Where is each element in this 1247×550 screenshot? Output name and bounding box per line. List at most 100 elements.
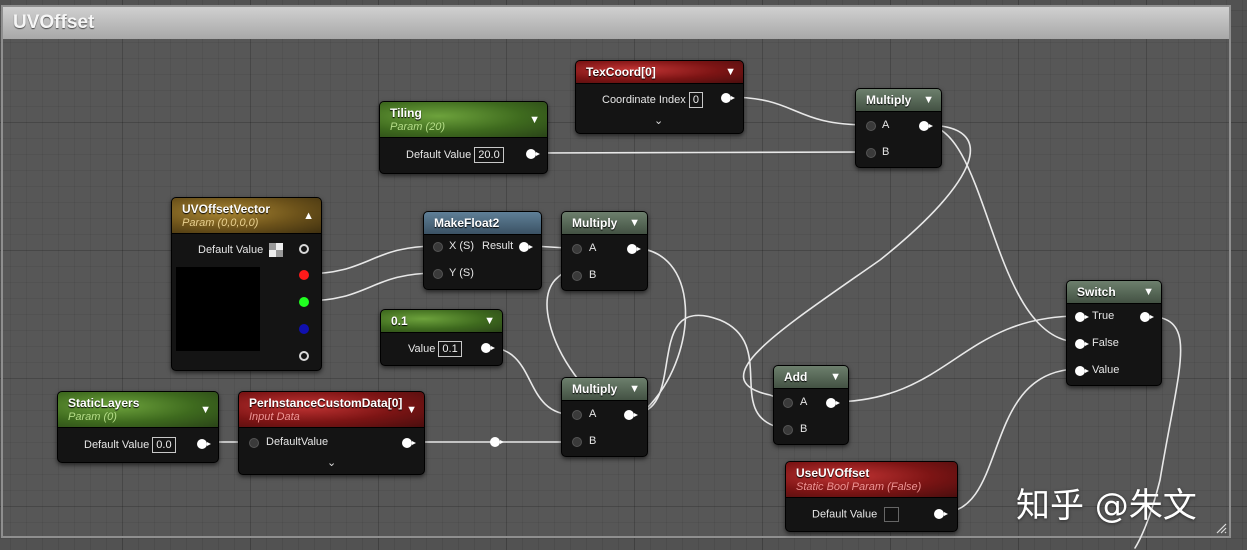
multiply-mid-label-a: A <box>589 242 597 254</box>
watermark-text: 知乎 @朱文 <box>1016 486 1197 526</box>
makefloat2-title: MakeFloat2 <box>434 216 500 230</box>
multiply-mid-node[interactable]: Multiply ▼ A B <box>561 211 648 291</box>
chevron-down-icon[interactable]: ▼ <box>629 383 640 395</box>
multiply-low-pin-b[interactable] <box>572 437 582 447</box>
staticlayers-default-label: Default Value <box>84 439 150 451</box>
constant-value-field[interactable]: 0.1 <box>438 341 462 357</box>
chevron-down-icon[interactable]: ⌄ <box>327 456 336 469</box>
switch-pin-true[interactable] <box>1075 312 1089 322</box>
constant-header[interactable]: 0.1 ▼ <box>381 310 502 333</box>
vector-b-output-pin[interactable] <box>299 324 309 334</box>
makefloat2-pin-y[interactable] <box>433 269 443 279</box>
staticlayers-output-pin[interactable] <box>197 439 211 449</box>
perinstance-input-pin[interactable] <box>249 438 259 448</box>
chevron-down-icon[interactable]: ▼ <box>1143 286 1154 298</box>
multiply-low-pin-a[interactable] <box>572 410 582 420</box>
switch-pin-value[interactable] <box>1075 366 1089 376</box>
add-pin-b[interactable] <box>783 425 793 435</box>
useuvoffset-output-pin[interactable] <box>934 509 948 519</box>
uvoffsetvector-param-node[interactable]: UVOffsetVector Param (0,0,0,0) ▲ Default… <box>171 197 322 371</box>
perinstance-default-label: DefaultValue <box>266 436 329 448</box>
resize-grip-icon[interactable] <box>1215 522 1227 534</box>
multiply-low-header[interactable]: Multiply ▼ <box>562 378 647 401</box>
multiply-top-header[interactable]: Multiply ▼ <box>856 89 941 112</box>
texcoord-title: TexCoord[0] <box>586 65 656 79</box>
makefloat2-header[interactable]: MakeFloat2 <box>424 212 541 235</box>
add-output-pin[interactable] <box>826 398 840 408</box>
multiply-top-node[interactable]: Multiply ▼ A B <box>855 88 942 168</box>
multiply-low-node[interactable]: Multiply ▼ A B <box>561 377 648 457</box>
add-node[interactable]: Add ▼ A B <box>773 365 849 445</box>
tiling-output-pin[interactable] <box>526 149 540 159</box>
color-preview-swatch <box>176 267 260 351</box>
perinstance-header[interactable]: PerInstanceCustomData[0] Input Data ▼ <box>239 392 424 428</box>
chevron-down-icon[interactable]: ▼ <box>484 315 495 327</box>
uvoffsetvector-header[interactable]: UVOffsetVector Param (0,0,0,0) ▲ <box>172 198 321 234</box>
multiply-mid-header[interactable]: Multiply ▼ <box>562 212 647 235</box>
staticlayers-header[interactable]: StaticLayers Param (0) ▼ <box>58 392 218 428</box>
useuvoffset-param-node[interactable]: UseUVOffset Static Bool Param (False) De… <box>785 461 958 532</box>
coordinate-index-field[interactable]: 0 <box>688 92 703 108</box>
vector-r-output-pin[interactable] <box>299 270 309 280</box>
add-title: Add <box>784 370 808 384</box>
perinstancecustomdata-node[interactable]: PerInstanceCustomData[0] Input Data ▼ De… <box>238 391 425 475</box>
uvoffsetvector-default-label: Default Value <box>198 243 264 256</box>
chevron-down-icon[interactable]: ▼ <box>830 371 841 383</box>
perinstance-output-pin[interactable] <box>402 438 416 448</box>
chevron-down-icon[interactable]: ▼ <box>406 404 417 416</box>
chevron-down-icon[interactable]: ⌄ <box>654 114 663 127</box>
texcoord-output-pin[interactable] <box>721 93 735 103</box>
multiply-mid-output-pin[interactable] <box>627 244 641 254</box>
chevron-down-icon[interactable]: ▼ <box>923 94 934 106</box>
texcoord-header[interactable]: TexCoord[0] ▼ <box>576 61 743 84</box>
switch-title: Switch <box>1077 285 1116 299</box>
multiply-top-output-pin[interactable] <box>919 121 933 131</box>
comment-title[interactable]: UVOffset <box>3 7 1229 39</box>
switch-output-pin[interactable] <box>1140 312 1154 322</box>
chevron-up-icon[interactable]: ▲ <box>303 210 314 222</box>
chevron-down-icon[interactable]: ▼ <box>725 66 736 78</box>
perinstance-title: PerInstanceCustomData[0] <box>249 396 403 410</box>
tiling-default-label: Default Value <box>406 149 472 161</box>
multiply-mid-pin-b[interactable] <box>572 271 582 281</box>
useuvoffset-subtitle: Static Bool Param (False) <box>796 481 922 493</box>
constant-node[interactable]: 0.1 ▼ Value 0.1 <box>380 309 503 366</box>
makefloat2-node[interactable]: MakeFloat2 X (S) Result Y (S) <box>423 211 542 290</box>
useuvoffset-checkbox[interactable] <box>884 507 900 522</box>
add-pin-a[interactable] <box>783 398 793 408</box>
multiply-top-pin-a[interactable] <box>866 121 876 131</box>
chevron-down-icon[interactable]: ▼ <box>200 404 211 416</box>
useuvoffset-header[interactable]: UseUVOffset Static Bool Param (False) <box>786 462 957 498</box>
tiling-default-field[interactable]: 20.0 <box>474 147 504 163</box>
add-header[interactable]: Add ▼ <box>774 366 848 389</box>
texcoord-node[interactable]: TexCoord[0] ▼ Coordinate Index 0 ⌄ <box>575 60 744 134</box>
multiply-top-label-b: B <box>882 146 890 158</box>
tiling-param-node[interactable]: Tiling Param (20) ▼ Default Value 20.0 <box>379 101 548 174</box>
useuvoffset-default-label: Default Value <box>812 508 878 521</box>
switch-header[interactable]: Switch ▼ <box>1067 281 1161 304</box>
uvoffsetvector-subtitle: Param (0,0,0,0) <box>182 217 259 229</box>
chevron-down-icon[interactable]: ▼ <box>629 217 640 229</box>
switch-pin-false[interactable] <box>1075 339 1089 349</box>
multiply-low-label-a: A <box>589 408 597 420</box>
multiply-low-output-pin[interactable] <box>624 410 638 420</box>
uvoffsetvector-title: UVOffsetVector <box>182 202 271 216</box>
checkerboard-icon[interactable] <box>269 243 284 257</box>
vector-g-output-pin[interactable] <box>299 297 309 307</box>
constant-output-pin[interactable] <box>481 343 495 353</box>
tiling-header[interactable]: Tiling Param (20) ▼ <box>380 102 547 138</box>
perinstance-subtitle: Input Data <box>249 411 300 423</box>
reroute-knot[interactable] <box>490 437 504 447</box>
switch-node[interactable]: Switch ▼ True False Value <box>1066 280 1162 386</box>
useuvoffset-title: UseUVOffset <box>796 466 870 480</box>
multiply-top-title: Multiply <box>866 93 912 107</box>
makefloat2-output-pin[interactable] <box>519 242 533 252</box>
makefloat2-pin-x[interactable] <box>433 242 443 252</box>
multiply-mid-pin-a[interactable] <box>572 244 582 254</box>
multiply-top-pin-b[interactable] <box>866 148 876 158</box>
vector-a-output-pin[interactable] <box>299 351 309 361</box>
staticlayers-default-field[interactable]: 0.0 <box>152 437 176 453</box>
chevron-down-icon[interactable]: ▼ <box>529 114 540 126</box>
staticlayers-param-node[interactable]: StaticLayers Param (0) ▼ Default Value 0… <box>57 391 219 463</box>
vector-rgb-output-pin[interactable] <box>299 244 309 254</box>
